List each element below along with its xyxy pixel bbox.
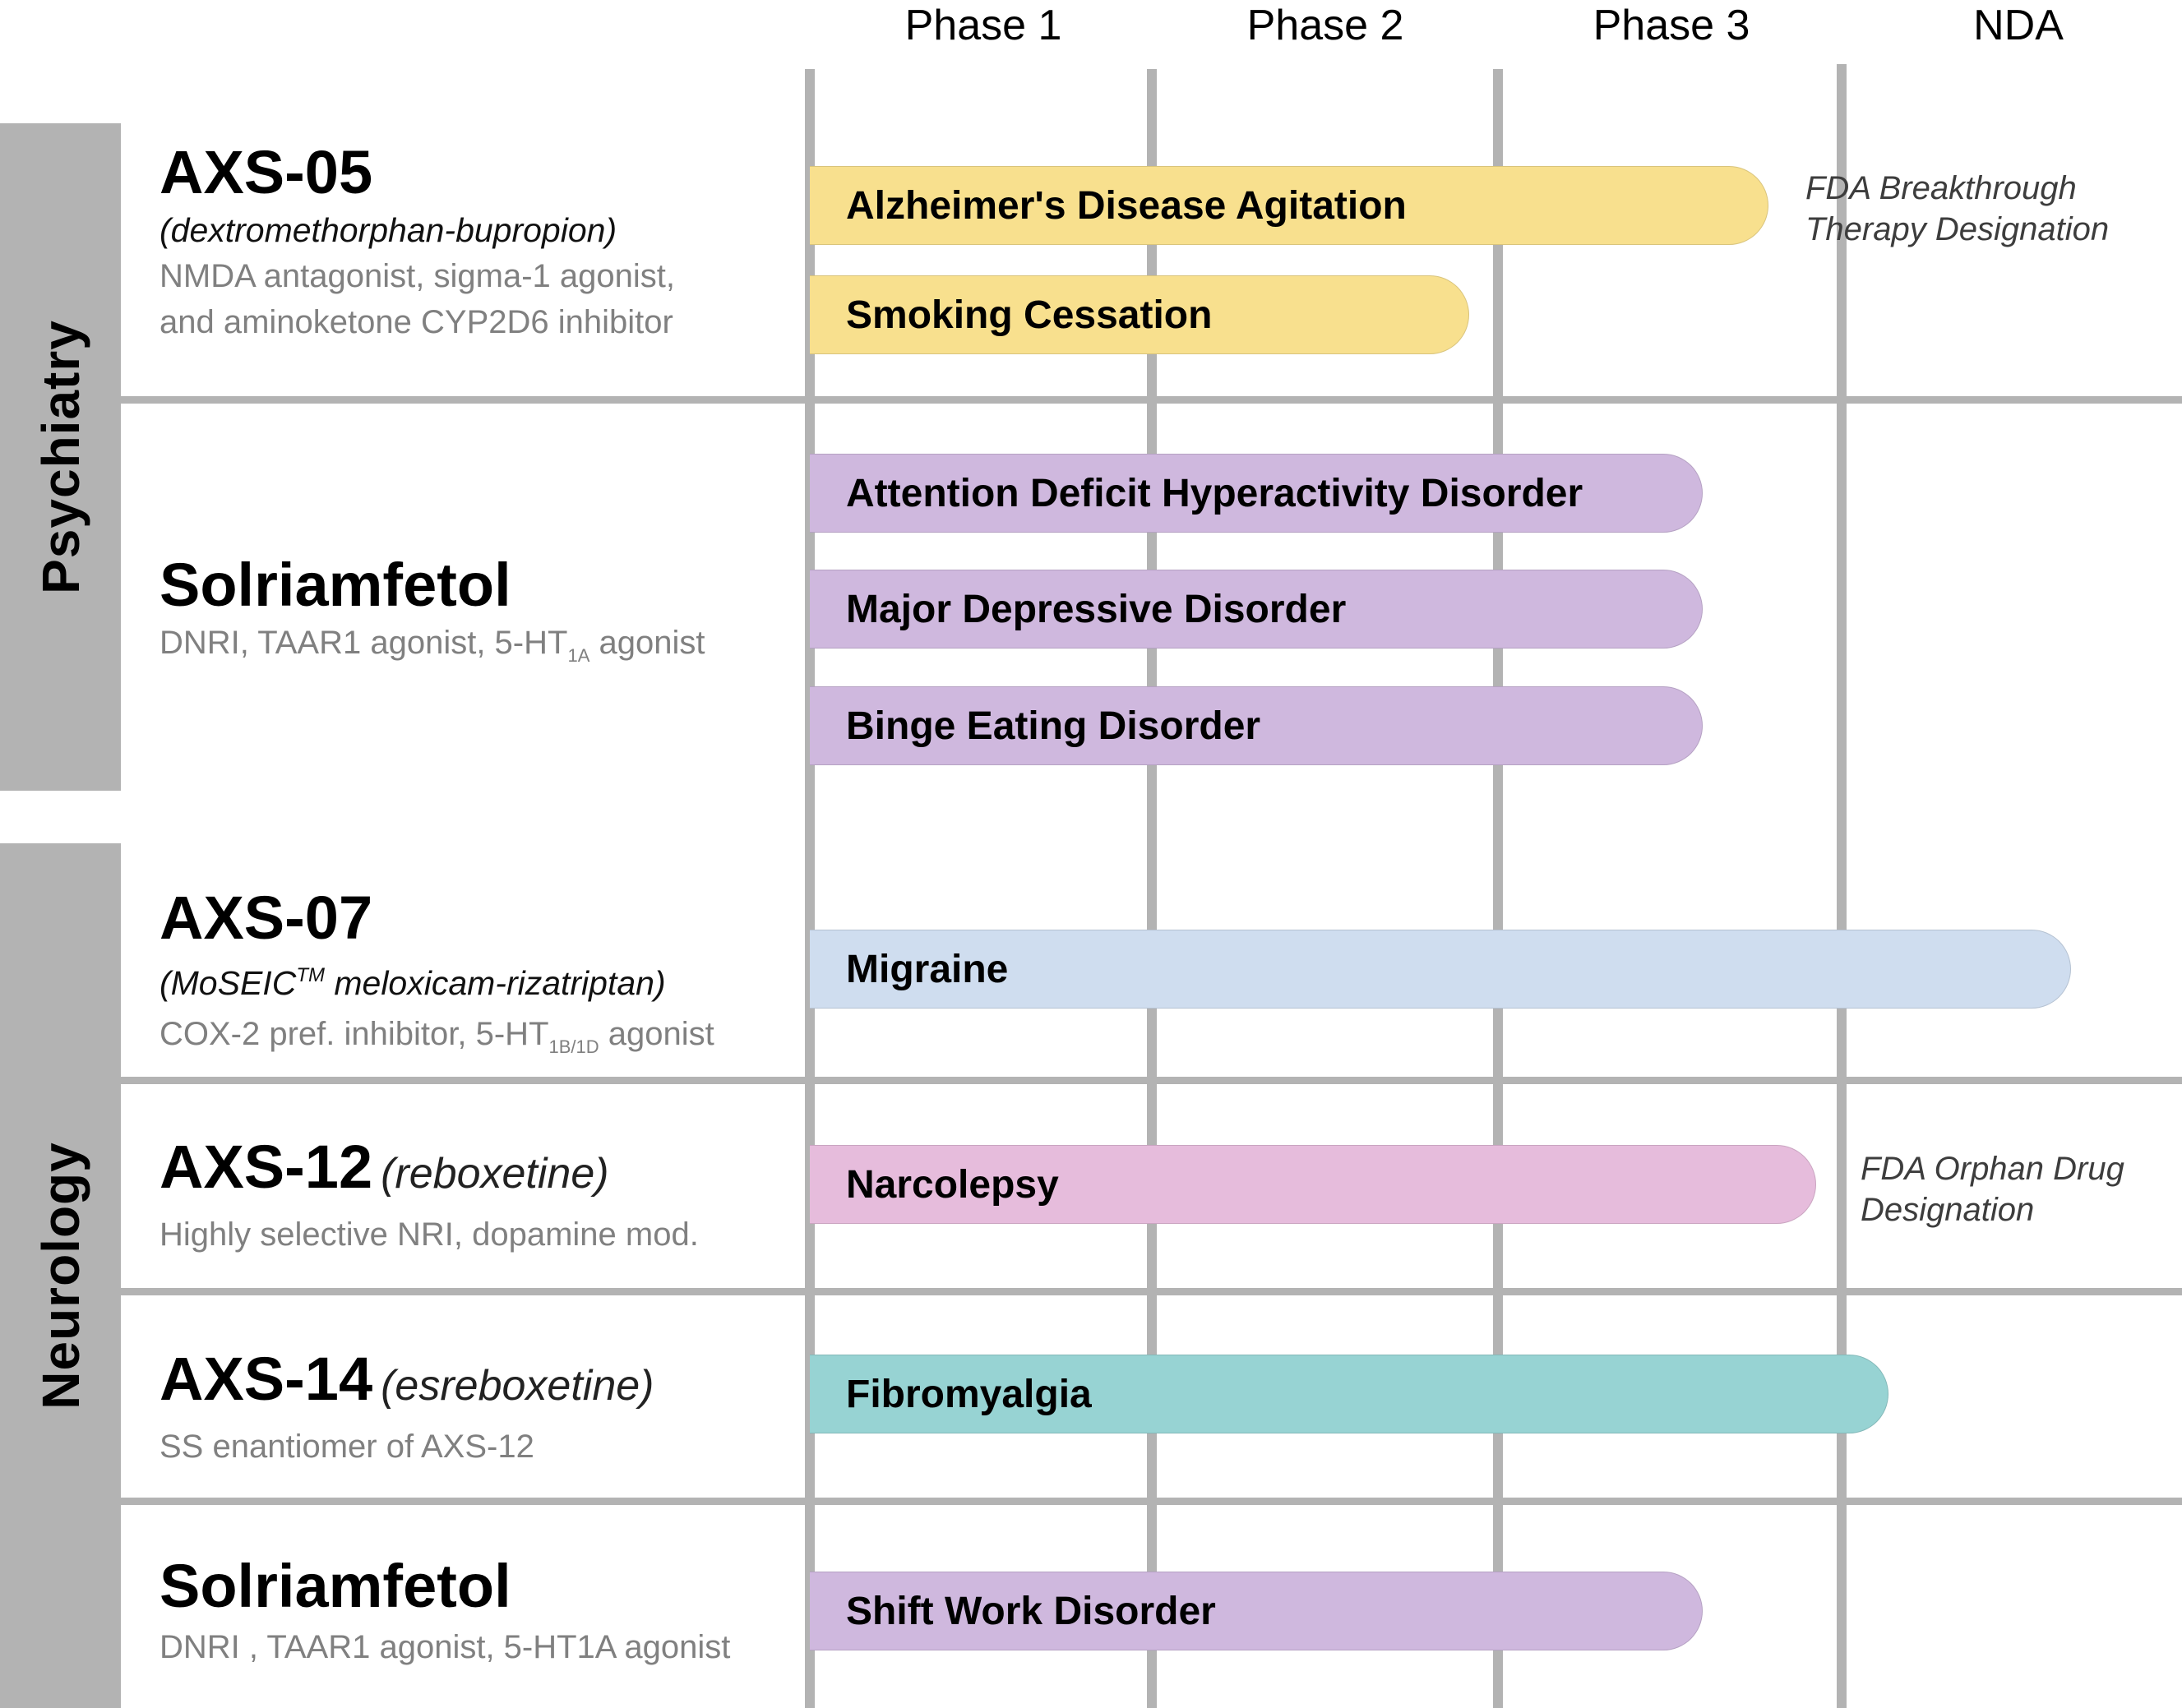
mechanism-text: COX-2 pref. inhibitor, 5-HT (159, 1016, 549, 1052)
drug-axs-14: AXS-14 (esreboxetine) SS enantiomer of AX… (159, 1345, 801, 1470)
bar-label: Shift Work Disorder (846, 1589, 1216, 1633)
drug-name: AXS-05 (159, 138, 373, 206)
bar-label: Smoking Cessation (846, 293, 1213, 337)
drug-name: AXS-12 (reboxetine) (159, 1133, 801, 1208)
category-label-neurology: Neurology (30, 1142, 90, 1410)
phase-header-3: Phase 3 (1593, 2, 1750, 49)
drug-name-text: AXS-12 (159, 1133, 373, 1201)
drug-mechanism: DNRI, TAAR1 agonist, 5-HT1A agonist (159, 620, 801, 679)
orphan-note: FDA Orphan Drug Designation (1861, 1148, 2124, 1230)
pipeline-bar-smoking-cessation: Smoking Cessation (810, 275, 1469, 354)
drug-mechanism: DNRI , TAAR1 agonist, 5-HT1A agonist (159, 1629, 731, 1665)
pipeline-bar-alzheimer-s-disease-agitation: Alzheimer's Disease Agitation (810, 166, 1768, 245)
note-line: FDA Orphan Drug (1861, 1151, 2124, 1187)
bar-label: Attention Deficit Hyperactivity Disorder (846, 471, 1583, 515)
category-label-psychiatry: Psychiatry (30, 320, 90, 594)
drug-mechanism: Highly selective NRI, dopamine mod. (159, 1216, 699, 1253)
drug-mechanism: and aminoketone CYP2D6 inhibitor (159, 304, 673, 340)
phase-header-nda: NDA (1973, 2, 2064, 49)
drug-axs-05: AXS-05 (dextromethorphan-bupropion) NMDA… (159, 138, 801, 345)
drug-solriamfetol-neurology: Solriamfetol DNRI , TAAR1 agonist, 5-HT1… (159, 1552, 801, 1670)
pipeline-bar-narcolepsy: Narcolepsy (810, 1145, 1817, 1224)
drug-mechanism: NMDA antagonist, sigma-1 agonist, (159, 258, 675, 294)
category-band-neurology: Neurology (0, 843, 121, 1708)
pipeline-bar-attention-deficit-hyperactivity-disorder: Attention Deficit Hyperactivity Disorder (810, 454, 1704, 533)
mechanism-text: agonist (599, 1016, 714, 1052)
mechanism-subscript: 1A (567, 645, 590, 666)
drug-mechanism: SS enantiomer of AXS-12 (159, 1429, 534, 1465)
gridline-phase-3 (1493, 69, 1503, 1708)
drug-axs-12: AXS-12 (reboxetine) Highly selective NRI,… (159, 1133, 801, 1258)
drug-name: AXS-14 (esreboxetine) (159, 1345, 801, 1420)
drug-compound: (esreboxetine) (381, 1362, 654, 1410)
note-line: Designation (1861, 1192, 2035, 1228)
drug-compound: (dextromethorphan-bupropion) (159, 211, 617, 249)
drug-name: Solriamfetol (159, 1552, 511, 1620)
note-line: Therapy Designation (1805, 211, 2110, 247)
pipeline-bar-migraine: Migraine (810, 930, 2071, 1009)
mechanism-subscript: 1B/1D (548, 1036, 599, 1057)
pipeline-bar-fibromyalgia: Fibromyalgia (810, 1355, 1889, 1433)
bar-label: Major Depressive Disorder (846, 587, 1347, 631)
mechanism-text: DNRI, TAAR1 agonist, 5-HT (159, 625, 568, 661)
phase-header-1: Phase 1 (904, 2, 1062, 49)
mechanism-text: agonist (589, 625, 705, 661)
gridline-nda (1837, 64, 1847, 1708)
drug-solriamfetol-psychiatry: Solriamfetol DNRI, TAAR1 agonist, 5-HT1A… (159, 551, 801, 679)
pipeline-bar-major-depressive-disorder: Major Depressive Disorder (810, 570, 1704, 649)
bar-label: Alzheimer's Disease Agitation (846, 183, 1407, 228)
bar-label: Fibromyalgia (846, 1372, 1092, 1416)
trademark: TM (296, 964, 325, 986)
pipeline-bar-shift-work-disorder: Shift Work Disorder (810, 1572, 1704, 1650)
note-line: FDA Breakthrough (1805, 170, 2077, 206)
compound-text: (MoSEIC (159, 964, 297, 1002)
bar-label: Migraine (846, 947, 1009, 991)
drug-axs-07: AXS-07 (MoSEICTM meloxicam-rizatriptan) … (159, 884, 801, 1070)
category-band-psychiatry: Psychiatry (0, 123, 121, 791)
bar-label: Binge Eating Disorder (846, 704, 1261, 748)
drug-name: Solriamfetol (159, 551, 511, 619)
phase-header-2: Phase 2 (1246, 2, 1404, 49)
drug-compound: (MoSEICTM meloxicam-rizatriptan) (159, 953, 801, 1006)
bar-label: Narcolepsy (846, 1162, 1059, 1207)
drug-compound: (reboxetine) (381, 1150, 609, 1198)
compound-text: meloxicam-rizatriptan) (324, 964, 666, 1002)
drug-name-text: AXS-14 (159, 1345, 373, 1413)
breakthrough-note: FDA Breakthrough Therapy Designation (1805, 168, 2109, 250)
pipeline-bar-binge-eating-disorder: Binge Eating Disorder (810, 686, 1704, 765)
drug-name: AXS-07 (159, 884, 373, 952)
drug-mechanism: COX-2 pref. inhibitor, 5-HT1B/1D agonist (159, 1011, 801, 1070)
